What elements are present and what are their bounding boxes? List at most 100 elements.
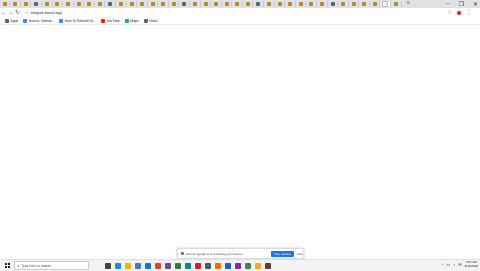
window-controls: – ❐ ✕ (446, 0, 478, 8)
app-icon[interactable] (245, 262, 251, 269)
address-bar[interactable]: recycle.bin/ut.spy (31, 10, 62, 15)
browser-tab[interactable] (254, 1, 265, 7)
tab-favicon-icon (214, 2, 219, 6)
edge-icon[interactable] (115, 262, 121, 269)
close-button[interactable]: ✕ (473, 1, 478, 8)
browser-tab[interactable] (201, 1, 212, 7)
store-icon[interactable] (135, 262, 141, 269)
browser-tab[interactable] (11, 1, 21, 7)
tab-favicon-icon (330, 2, 335, 6)
maximize-button[interactable]: ❐ (459, 1, 464, 8)
browser-tab[interactable] (74, 1, 85, 7)
taskbar-clock[interactable]: 3:57 AM 8/15/2020 (464, 260, 478, 268)
menu-button[interactable]: ⋮ (466, 9, 472, 16)
hide-button[interactable]: Hide (297, 252, 303, 256)
app-icon[interactable] (235, 262, 241, 269)
browser-tab[interactable] (212, 1, 222, 7)
bookmark-label: Video (149, 18, 158, 23)
browser-tab[interactable] (243, 1, 254, 7)
new-tab-button[interactable]: + (406, 0, 410, 7)
taskbar-search-box[interactable]: ⌕ Type here to search (14, 261, 89, 270)
browser-tab[interactable] (391, 1, 402, 7)
browser-tab[interactable] (328, 1, 339, 7)
tab-favicon-icon (129, 2, 134, 6)
browser-tab[interactable] (180, 1, 191, 7)
browser-tab[interactable] (106, 1, 116, 7)
bookmark-item[interactable]: YouTube (101, 18, 120, 23)
file-explorer-icon[interactable] (125, 262, 131, 269)
notification-text: chrome.google.com is sharing your screen (186, 251, 243, 256)
app-icon[interactable] (185, 262, 191, 269)
tab-favicon-icon (13, 2, 18, 6)
start-button[interactable] (5, 263, 10, 268)
tab-favicon-icon (182, 2, 187, 6)
app-icon[interactable] (165, 262, 171, 269)
bookmark-label: How To Rebuild Yo... (64, 18, 97, 23)
browser-tab[interactable] (85, 1, 95, 7)
browser-tab[interactable] (0, 1, 11, 7)
browser-tab[interactable] (380, 1, 391, 7)
minimize-button[interactable]: – (446, 1, 449, 7)
tab-favicon-icon (351, 2, 356, 6)
browser-tab[interactable] (307, 1, 317, 7)
tab-favicon-icon (193, 2, 197, 6)
stop-sharing-button[interactable]: Stop sharing (270, 250, 294, 257)
tab-favicon-icon (203, 2, 208, 6)
browser-tab[interactable] (138, 1, 148, 7)
tray-icon[interactable]: ✉ (458, 262, 461, 267)
browser-tab[interactable] (233, 1, 243, 7)
app-icon[interactable] (205, 262, 211, 269)
browser-tab[interactable] (148, 1, 159, 7)
mail-icon[interactable] (145, 262, 151, 269)
back-button[interactable]: ← (0, 10, 7, 16)
browser-tab[interactable] (286, 1, 296, 7)
browser-tab[interactable] (360, 1, 370, 7)
youtube-icon (101, 18, 106, 23)
browser-tab[interactable] (21, 1, 32, 7)
bookmark-item[interactable]: Video (143, 18, 158, 23)
browser-tab[interactable] (317, 1, 328, 7)
bookmark-item[interactable]: Apps (5, 18, 19, 23)
browser-tab[interactable] (32, 1, 42, 7)
screen-share-notification: chrome.google.com is sharing your screen… (177, 248, 304, 259)
browser-tab[interactable] (222, 1, 233, 7)
app-icon[interactable] (195, 262, 201, 269)
browser-tab[interactable] (296, 1, 307, 7)
browser-tab[interactable] (275, 1, 286, 7)
forward-button[interactable]: → (7, 10, 14, 16)
bookmark-item[interactable]: Maps (124, 18, 139, 23)
tray-icon[interactable]: ▭ (447, 262, 451, 267)
profile-avatar[interactable] (456, 9, 462, 16)
app-icon[interactable] (225, 262, 231, 269)
browser-tab[interactable] (370, 1, 381, 7)
browser-tab[interactable] (264, 1, 275, 7)
reload-button[interactable]: ↻ (14, 9, 21, 16)
site-info-icon[interactable]: ⓘ (25, 10, 29, 16)
clock-date: 8/15/2020 (464, 263, 478, 268)
app-icon[interactable] (175, 262, 181, 269)
bookmark-item[interactable]: How to..Videos... (23, 18, 54, 23)
bookmark-star-icon[interactable]: ☆ (448, 10, 452, 16)
video-icon (143, 18, 148, 23)
app-icon[interactable] (215, 262, 221, 269)
browser-tab[interactable] (53, 1, 64, 7)
browser-tab[interactable] (169, 1, 180, 7)
browser-tab[interactable] (127, 1, 138, 7)
browser-tab[interactable] (63, 1, 74, 7)
browser-tab[interactable] (349, 1, 360, 7)
app-icon[interactable] (265, 262, 271, 269)
chrome-icon[interactable] (155, 262, 161, 269)
bookmark-label: Apps (10, 18, 19, 23)
bookmark-item[interactable]: How To Rebuild Yo... (59, 18, 97, 23)
tray-icon[interactable]: ^ (442, 262, 444, 267)
app-icon[interactable] (255, 262, 261, 269)
task-view-icon[interactable] (105, 262, 111, 269)
browser-tab[interactable] (190, 1, 201, 7)
browser-tab[interactable] (42, 1, 53, 7)
page-content[interactable] (0, 25, 480, 259)
browser-tab[interactable] (339, 1, 349, 7)
tray-icon[interactable]: ♪ (453, 262, 455, 267)
browser-tab[interactable] (116, 1, 127, 7)
browser-tab[interactable] (159, 1, 169, 7)
browser-tab[interactable] (95, 1, 106, 7)
